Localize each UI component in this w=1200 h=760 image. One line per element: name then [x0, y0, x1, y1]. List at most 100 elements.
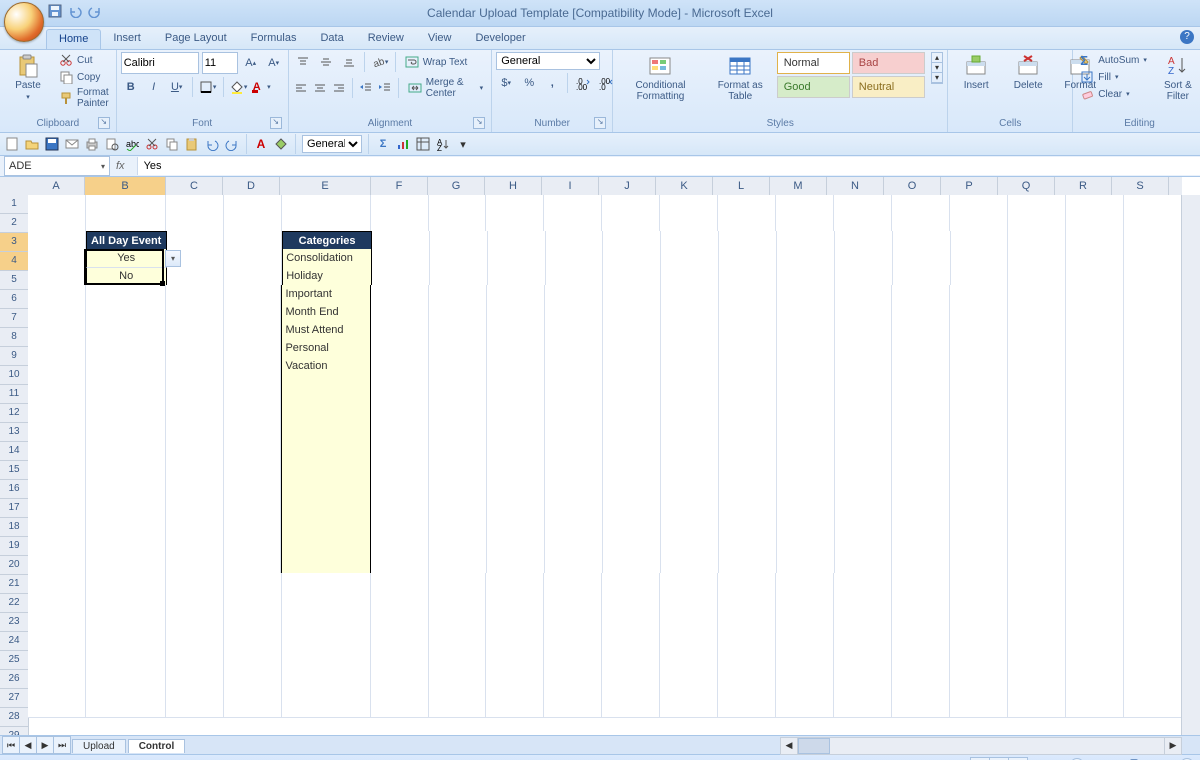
cell-G28[interactable] — [429, 681, 487, 700]
row-header[interactable]: 4 — [0, 252, 28, 271]
cell-N5[interactable] — [835, 267, 893, 286]
cell-J12[interactable] — [603, 393, 661, 412]
cell-N6[interactable] — [835, 285, 893, 304]
cell-D15[interactable] — [224, 447, 282, 466]
cell-B5[interactable]: No — [86, 267, 167, 286]
insert-cells-button[interactable]: Insert — [952, 52, 1000, 93]
cell-P1[interactable] — [950, 195, 1008, 214]
cell-S17[interactable] — [1124, 483, 1182, 502]
cell-G1[interactable] — [429, 195, 487, 214]
cell-D8[interactable] — [224, 321, 282, 340]
cell-O11[interactable] — [892, 375, 950, 394]
cell-P29[interactable] — [950, 699, 1008, 718]
help-icon[interactable]: ? — [1180, 30, 1194, 44]
cell-A24[interactable] — [28, 609, 86, 628]
cell-H12[interactable] — [487, 393, 545, 412]
cell-M15[interactable] — [777, 447, 835, 466]
cell-G5[interactable] — [430, 267, 488, 286]
cell-K24[interactable] — [660, 609, 718, 628]
cell-O9[interactable] — [892, 339, 950, 358]
cell-E22[interactable] — [282, 573, 371, 592]
cell-A9[interactable] — [28, 339, 86, 358]
cell-R24[interactable] — [1066, 609, 1124, 628]
cell-P6[interactable] — [950, 285, 1008, 304]
cell-M29[interactable] — [776, 699, 834, 718]
cell-A14[interactable] — [28, 429, 86, 448]
cell-D24[interactable] — [224, 609, 282, 628]
sort-asc-icon[interactable]: AZ — [435, 136, 451, 152]
cell-G21[interactable] — [429, 555, 487, 574]
cell-G16[interactable] — [429, 465, 487, 484]
tab-developer[interactable]: Developer — [463, 29, 537, 49]
tab-review[interactable]: Review — [356, 29, 416, 49]
cell-D11[interactable] — [224, 375, 282, 394]
cell-B22[interactable] — [86, 573, 166, 592]
style-good[interactable]: Good — [777, 76, 850, 98]
cell-I15[interactable] — [545, 447, 603, 466]
cell-I19[interactable] — [545, 519, 603, 538]
cell-R15[interactable] — [1066, 447, 1124, 466]
cell-R6[interactable] — [1066, 285, 1124, 304]
cell-S22[interactable] — [1124, 573, 1182, 592]
cell-D2[interactable] — [224, 213, 282, 232]
qat-format-combo[interactable]: General — [302, 135, 362, 153]
cell-S23[interactable] — [1124, 591, 1182, 610]
cell-I26[interactable] — [544, 645, 602, 664]
cell-J28[interactable] — [602, 681, 660, 700]
style-normal[interactable]: Normal — [777, 52, 850, 74]
cell-P2[interactable] — [950, 213, 1008, 232]
cell-I16[interactable] — [545, 465, 603, 484]
cell-P19[interactable] — [950, 519, 1008, 538]
cell-D21[interactable] — [224, 555, 282, 574]
cell-L5[interactable] — [719, 267, 777, 286]
cell-A21[interactable] — [28, 555, 86, 574]
cell-E3[interactable]: Categories — [282, 231, 372, 251]
row-header[interactable]: 23 — [0, 613, 28, 632]
cell-J19[interactable] — [603, 519, 661, 538]
cell-C23[interactable] — [166, 591, 224, 610]
font-color-button[interactable]: A▾ — [252, 77, 272, 97]
cell-O19[interactable] — [892, 519, 950, 538]
cell-R16[interactable] — [1066, 465, 1124, 484]
cell-O16[interactable] — [892, 465, 950, 484]
cell-I20[interactable] — [545, 537, 603, 556]
conditional-formatting-button[interactable]: Conditional Formatting — [617, 52, 704, 104]
cell-H28[interactable] — [486, 681, 544, 700]
cell-J16[interactable] — [603, 465, 661, 484]
number-launcher-icon[interactable]: ↘ — [594, 117, 606, 129]
cell-N25[interactable] — [834, 627, 892, 646]
cell-J1[interactable] — [602, 195, 660, 214]
cell-R22[interactable] — [1066, 573, 1124, 592]
cell-M24[interactable] — [776, 609, 834, 628]
cell-G22[interactable] — [429, 573, 487, 592]
cell-Q5[interactable] — [1008, 267, 1066, 286]
cell-F23[interactable] — [371, 591, 429, 610]
cell-L17[interactable] — [719, 483, 777, 502]
cell-B10[interactable] — [86, 357, 166, 376]
cell-N8[interactable] — [835, 321, 893, 340]
column-header[interactable]: B — [85, 177, 166, 195]
cell-F20[interactable] — [371, 537, 429, 556]
cell-N21[interactable] — [835, 555, 893, 574]
cell-L27[interactable] — [718, 663, 776, 682]
cell-H16[interactable] — [487, 465, 545, 484]
row-header[interactable]: 14 — [0, 442, 28, 461]
cell-A29[interactable] — [28, 699, 86, 718]
cell-K22[interactable] — [660, 573, 718, 592]
cell-F6[interactable] — [371, 285, 429, 304]
cell-A20[interactable] — [28, 537, 86, 556]
cell-G24[interactable] — [429, 609, 487, 628]
cell-K15[interactable] — [661, 447, 719, 466]
cell-N23[interactable] — [834, 591, 892, 610]
new-icon[interactable] — [4, 136, 20, 152]
cell-E15[interactable] — [281, 447, 371, 466]
cell-I3[interactable] — [546, 231, 604, 250]
cell-Q6[interactable] — [1008, 285, 1066, 304]
cell-J25[interactable] — [602, 627, 660, 646]
cell-B24[interactable] — [86, 609, 166, 628]
row-header[interactable]: 21 — [0, 575, 28, 594]
cell-L3[interactable] — [719, 231, 777, 250]
sheet-tab-control[interactable]: Control — [128, 739, 186, 753]
cell-A18[interactable] — [28, 501, 86, 520]
cell-E17[interactable] — [281, 483, 371, 502]
